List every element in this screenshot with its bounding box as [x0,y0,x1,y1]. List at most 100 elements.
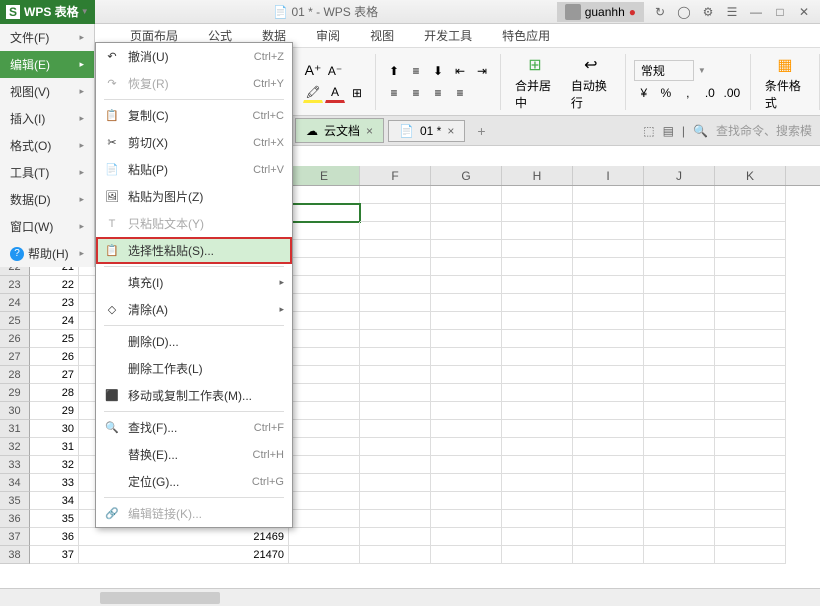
cell[interactable]: 22 [30,276,79,294]
cell[interactable] [289,330,360,348]
row-header[interactable]: 25 [0,312,30,330]
cell[interactable] [502,528,573,546]
cell[interactable] [715,420,786,438]
cell[interactable] [715,222,786,240]
cell[interactable] [573,276,644,294]
cell[interactable] [573,258,644,276]
cond-format-button[interactable]: ▦条件格式 [759,51,811,113]
nav-icon[interactable]: ⬚ [643,124,654,138]
row-header[interactable]: 23 [0,276,30,294]
cell[interactable] [573,402,644,420]
submenu-item[interactable]: 📄粘贴(P)Ctrl+V [96,156,292,183]
cell[interactable] [502,186,573,204]
horizontal-scrollbar[interactable] [0,588,820,606]
ribbon-tab[interactable]: 审阅 [316,27,340,44]
cell[interactable] [644,510,715,528]
cell[interactable] [360,330,431,348]
search-icon[interactable]: 🔍 [693,124,708,138]
cell[interactable] [360,186,431,204]
circle-icon[interactable]: ◯ [676,4,692,20]
cell[interactable] [502,546,573,564]
cell[interactable] [573,492,644,510]
cell[interactable]: 23 [30,294,79,312]
app-badge[interactable]: SWPS 表格▼ [0,0,95,24]
align-center-icon[interactable]: ≡ [406,83,426,103]
cell[interactable] [289,258,360,276]
cell[interactable]: 30 [30,420,79,438]
align-justify-icon[interactable]: ≡ [450,83,470,103]
cell[interactable] [502,384,573,402]
cell[interactable]: 27 [30,366,79,384]
cell[interactable] [573,330,644,348]
row-header[interactable]: 38 [0,546,30,564]
cell[interactable] [644,330,715,348]
row-header[interactable]: 24 [0,294,30,312]
row-header[interactable]: 33 [0,456,30,474]
cell[interactable] [502,240,573,258]
align-middle-icon[interactable]: ≡ [406,61,426,81]
cell[interactable] [360,258,431,276]
cell[interactable]: 33 [30,474,79,492]
cell[interactable] [644,258,715,276]
cell[interactable] [644,474,715,492]
close-tab-icon[interactable]: × [447,124,454,138]
col-header[interactable]: E [289,166,360,185]
cell[interactable] [360,294,431,312]
search-hint[interactable]: 查找命令、搜索模 [716,122,812,139]
cell[interactable] [502,222,573,240]
cell[interactable] [715,240,786,258]
cell[interactable]: 21470 [79,546,289,564]
cell[interactable] [360,546,431,564]
user-area[interactable]: guanhh● [557,2,644,22]
cell[interactable] [289,384,360,402]
submenu-item[interactable]: 定位(G)...Ctrl+G [96,468,292,495]
font-size-increase-icon[interactable]: A⁺ [303,61,323,81]
cell[interactable] [644,366,715,384]
cell[interactable] [573,366,644,384]
cell[interactable] [360,420,431,438]
cell[interactable] [573,510,644,528]
cell[interactable] [573,312,644,330]
auto-wrap-button[interactable]: ↩自动换行 [565,51,617,113]
cell[interactable] [431,258,502,276]
cell[interactable] [289,474,360,492]
cell[interactable] [289,420,360,438]
cell[interactable] [644,222,715,240]
submenu-item[interactable]: 替换(E)...Ctrl+H [96,441,292,468]
cell[interactable] [644,348,715,366]
sync-icon[interactable]: ↻ [652,4,668,20]
cell[interactable] [431,240,502,258]
cell[interactable] [360,204,431,222]
cell[interactable] [360,312,431,330]
cell[interactable] [644,402,715,420]
cell[interactable] [573,294,644,312]
decimal-increase-icon[interactable]: .0 [700,83,720,103]
cell[interactable] [289,312,360,330]
minimize-button[interactable]: — [748,4,764,20]
cell[interactable] [644,438,715,456]
cell[interactable] [431,402,502,420]
cell[interactable] [431,186,502,204]
submenu-item[interactable]: ↶撤消(U)Ctrl+Z [96,43,292,70]
ribbon-tab[interactable]: 视图 [370,27,394,44]
cell[interactable] [715,510,786,528]
cell[interactable] [644,276,715,294]
col-header[interactable]: I [573,166,644,185]
cell[interactable] [289,348,360,366]
submenu-item[interactable]: ⬛移动或复制工作表(M)... [96,382,292,409]
left-menu-tools[interactable]: 工具(T)▸ [0,159,94,186]
border-icon[interactable]: ⊞ [347,83,367,103]
cell[interactable] [715,186,786,204]
cell[interactable] [644,528,715,546]
cell[interactable] [360,384,431,402]
cell[interactable] [715,366,786,384]
cell[interactable] [360,240,431,258]
left-menu-view[interactable]: 视图(V)▸ [0,78,94,105]
cell[interactable] [715,492,786,510]
row-header[interactable]: 26 [0,330,30,348]
cell[interactable] [431,438,502,456]
menu-icon[interactable]: ☰ [724,4,740,20]
indent-decrease-icon[interactable]: ⇤ [450,61,470,81]
left-menu-help[interactable]: ?帮助(H)▸ [0,240,94,267]
left-menu-insert[interactable]: 插入(I)▸ [0,105,94,132]
